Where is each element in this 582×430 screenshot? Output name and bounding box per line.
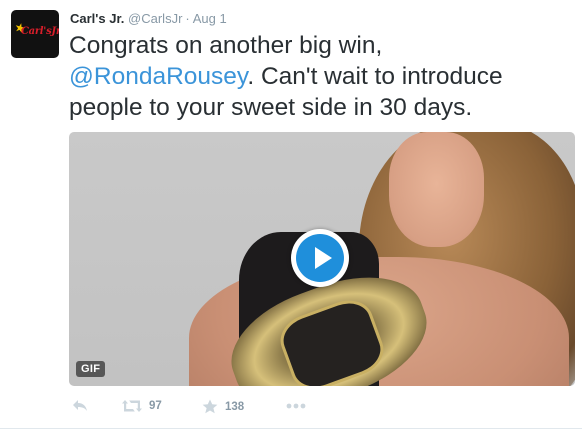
separator-dot: · xyxy=(185,11,190,26)
star-icon xyxy=(202,399,218,414)
tweet-text-line2: . Can't wait to introduce xyxy=(247,63,503,90)
display-name[interactable]: Carl's Jr. xyxy=(70,11,124,26)
tweet-header: Carl's Jr. @CarlsJr · Aug 1 xyxy=(70,11,227,26)
favorite-count: 138 xyxy=(225,400,245,413)
photo-face xyxy=(389,132,484,247)
gif-media[interactable]: GIF xyxy=(69,132,575,386)
favorite-button[interactable]: 138 xyxy=(202,399,244,414)
timestamp[interactable]: Aug 1 xyxy=(193,11,227,26)
avatar[interactable]: Carl'sJr. xyxy=(11,10,59,58)
username[interactable]: @CarlsJr xyxy=(128,11,182,26)
retweet-button[interactable]: 97 xyxy=(122,399,162,413)
retweet-icon xyxy=(122,400,142,412)
mention-link[interactable]: @RondaRousey xyxy=(69,63,247,90)
tweet-text-line3: people to your sweet side in 30 days. xyxy=(69,94,473,121)
retweet-count: 97 xyxy=(149,400,162,412)
play-icon xyxy=(296,234,344,282)
tweet-text: Congrats on another big win, @RondaRouse… xyxy=(69,30,569,123)
tweet: Carl'sJr. Carl's Jr. @CarlsJr · Aug 1 Cong… xyxy=(0,0,582,430)
avatar-logo-text: Carl'sJr. xyxy=(21,26,59,37)
reply-button[interactable] xyxy=(72,399,88,413)
gif-badge: GIF xyxy=(76,361,106,377)
reply-icon xyxy=(73,400,87,411)
more-button[interactable] xyxy=(286,403,306,409)
more-icon xyxy=(286,403,306,409)
play-button[interactable] xyxy=(291,229,349,287)
divider xyxy=(0,428,582,429)
tweet-text-line1: Congrats on another big win, xyxy=(69,32,383,59)
